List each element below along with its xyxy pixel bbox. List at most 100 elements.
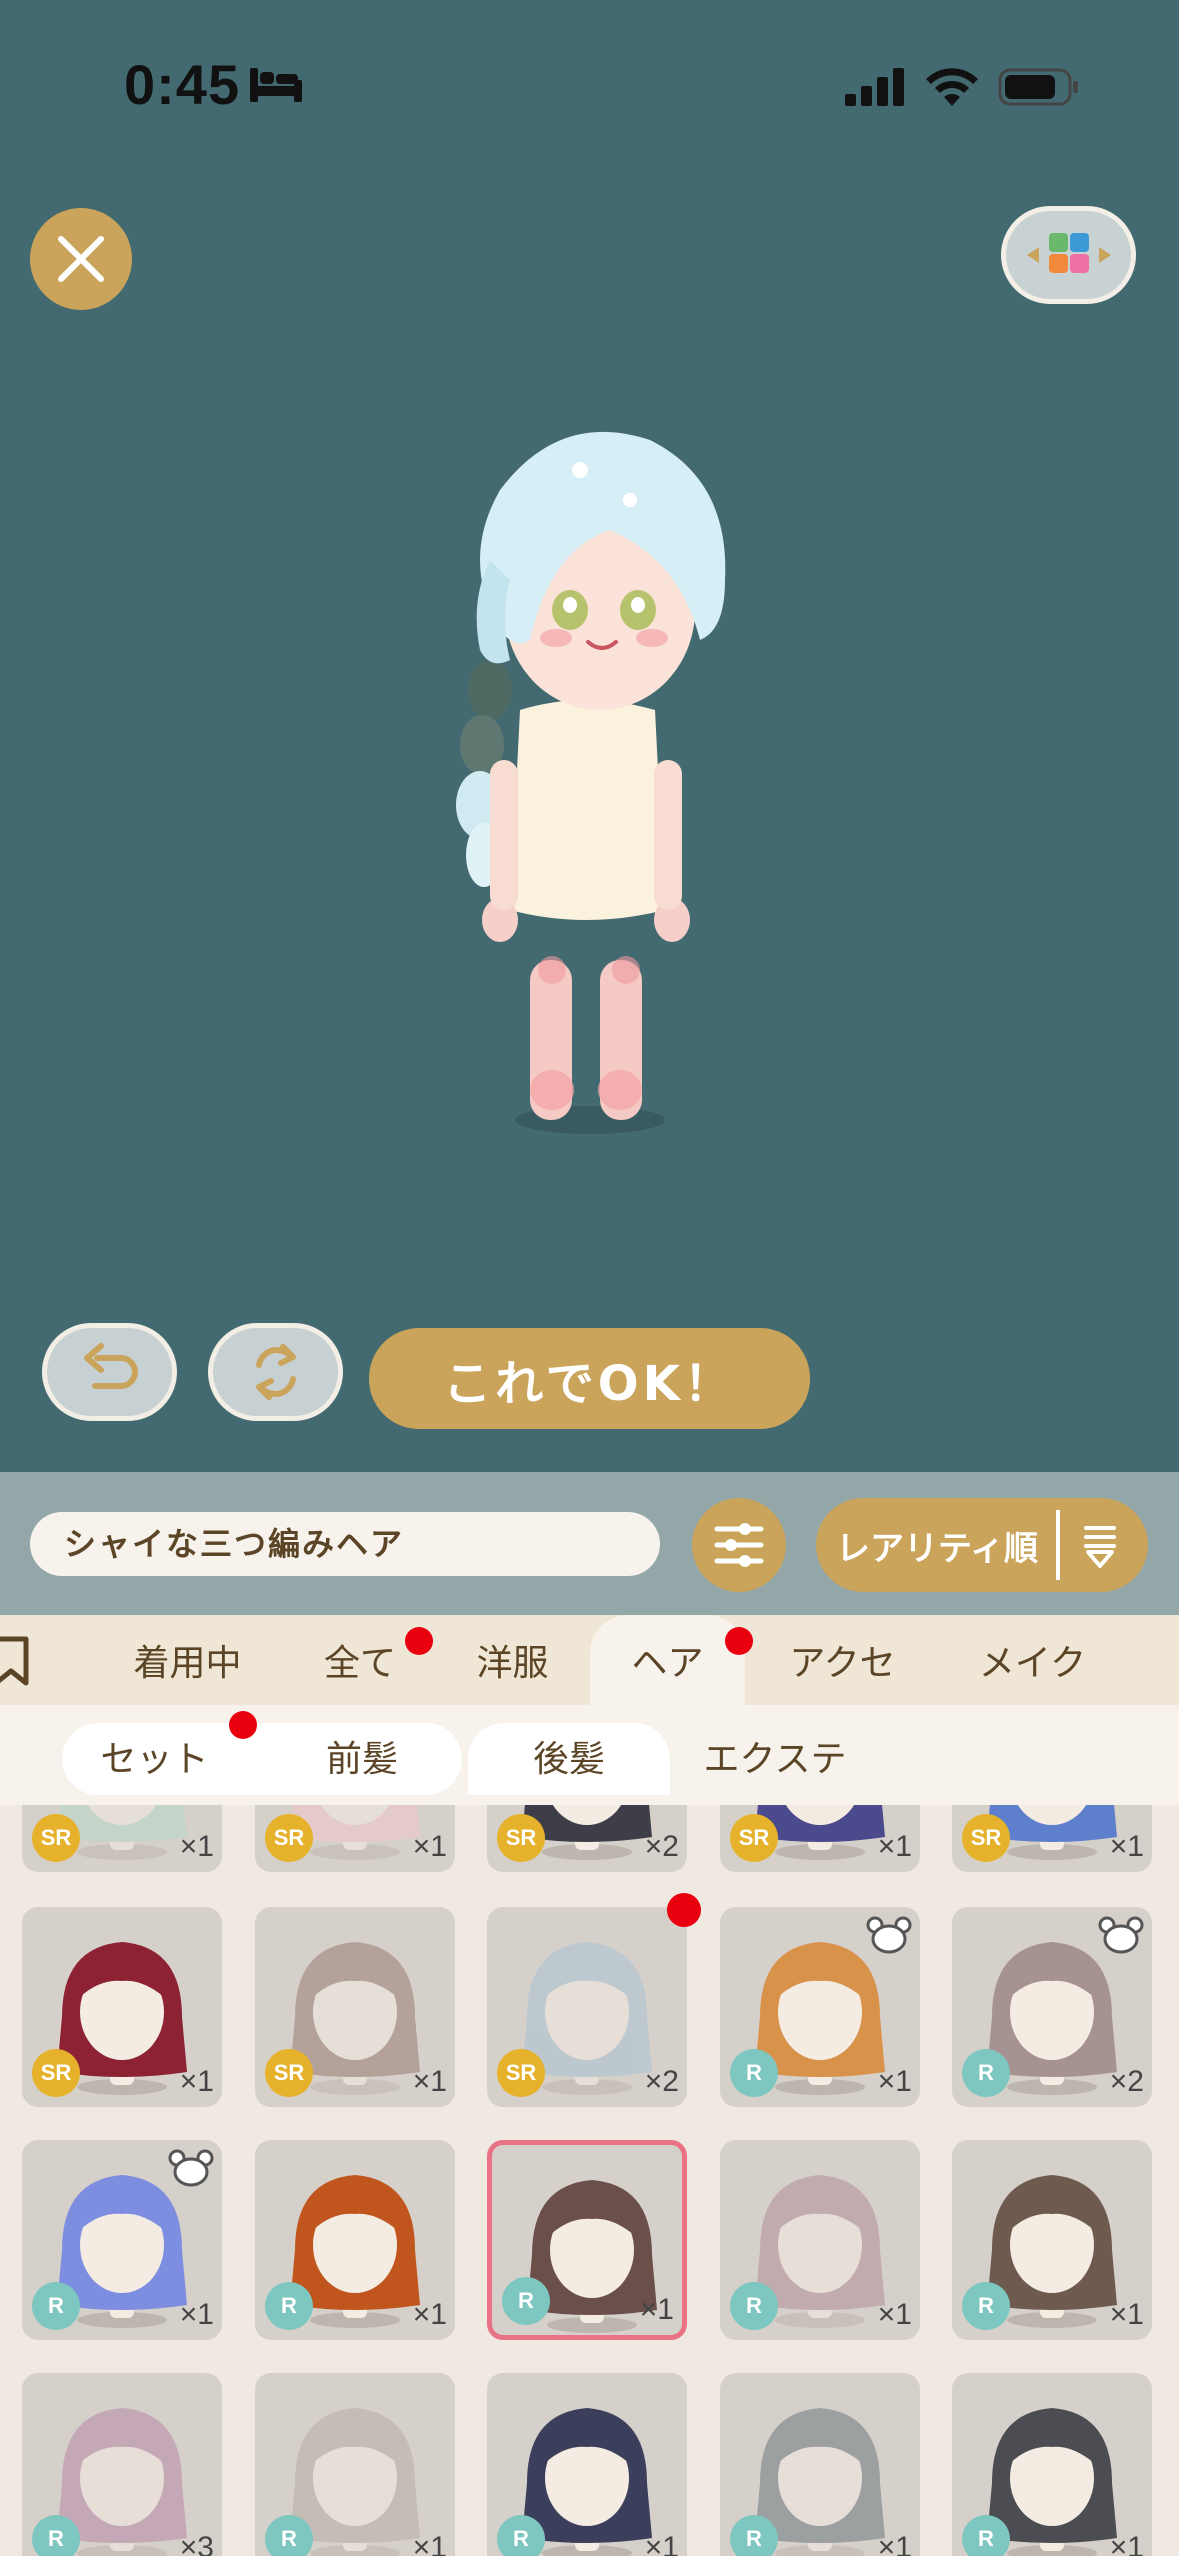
item-quantity: ×1 bbox=[412, 2531, 447, 2556]
hair-item-card[interactable]: SR ×1 bbox=[22, 1805, 222, 1872]
confirm-ok-button[interactable]: これでOK！ bbox=[369, 1328, 810, 1429]
subtab-2[interactable]: 後髪 bbox=[468, 1723, 670, 1795]
tab-notification-dot bbox=[405, 1627, 433, 1655]
bear-icon bbox=[866, 1916, 912, 1954]
close-icon bbox=[58, 236, 104, 282]
reset-button[interactable] bbox=[208, 1323, 343, 1421]
color-palette-button[interactable] bbox=[1001, 206, 1136, 304]
avatar-preview[interactable] bbox=[380, 400, 760, 1160]
item-quantity: ×1 bbox=[179, 1830, 214, 1863]
item-quantity: ×1 bbox=[1109, 2298, 1144, 2331]
hair-item-card[interactable]: R ×1 bbox=[255, 2140, 455, 2340]
rarity-badge: R bbox=[265, 2282, 313, 2330]
hair-item-card[interactable]: R ×3 bbox=[22, 2373, 222, 2556]
subtab-notification-dot bbox=[229, 1711, 257, 1739]
wifi-icon bbox=[926, 68, 978, 106]
rarity-badge: R bbox=[962, 2282, 1010, 2330]
hair-item-card[interactable]: R ×1 bbox=[952, 2373, 1152, 2556]
rarity-badge: SR bbox=[730, 1814, 778, 1862]
hair-item-card[interactable]: R ×1 bbox=[487, 2373, 687, 2556]
item-quantity: ×2 bbox=[644, 1830, 679, 1863]
filter-button[interactable] bbox=[692, 1498, 786, 1592]
search-bar-area: シャイな三つ編みヘア レアリティ順 bbox=[0, 1472, 1179, 1615]
item-quantity: ×1 bbox=[412, 2065, 447, 2098]
color-palette-icon bbox=[1026, 233, 1111, 273]
rarity-badge: R bbox=[502, 2277, 550, 2325]
hair-item-card[interactable]: SR ×1 bbox=[720, 1805, 920, 1872]
hair-item-card[interactable]: SR ×2 bbox=[487, 1805, 687, 1872]
rarity-badge: R bbox=[730, 2049, 778, 2097]
sort-order-button[interactable]: レアリティ順 bbox=[816, 1498, 1148, 1592]
hair-item-card[interactable]: R ×1 bbox=[720, 1907, 920, 2107]
sort-divider bbox=[1056, 1510, 1060, 1580]
item-notification-dot bbox=[667, 1893, 701, 1927]
item-quantity: ×1 bbox=[1109, 1830, 1144, 1863]
item-quantity: ×1 bbox=[179, 2298, 214, 2331]
rarity-badge: R bbox=[32, 2515, 80, 2556]
hair-item-card[interactable]: R ×1 bbox=[255, 2373, 455, 2556]
hair-item-card[interactable]: SR ×1 bbox=[952, 1805, 1152, 1872]
item-quantity: ×1 bbox=[877, 2531, 912, 2556]
rarity-badge: R bbox=[265, 2515, 313, 2556]
tab-3[interactable]: ヘア bbox=[590, 1615, 745, 1705]
subtab-0[interactable]: セット bbox=[62, 1723, 247, 1795]
rarity-badge: SR bbox=[32, 1814, 80, 1862]
hair-item-card[interactable]: SR ×1 bbox=[22, 1907, 222, 2107]
item-search-field[interactable]: シャイな三つ編みヘア bbox=[30, 1512, 660, 1576]
hair-subtabs: セット 前髪 後髪 エクステ bbox=[0, 1705, 1179, 1805]
item-quantity: ×1 bbox=[1109, 2531, 1144, 2556]
item-quantity: ×1 bbox=[179, 2065, 214, 2098]
undo-icon bbox=[83, 1343, 138, 1389]
hair-item-card[interactable]: SR ×1 bbox=[255, 1907, 455, 2107]
tab-notification-dot bbox=[725, 1627, 753, 1655]
hair-item-card[interactable]: R ×1 bbox=[22, 2140, 222, 2340]
status-time: 0:45 bbox=[124, 53, 241, 116]
cellular-signal-icon bbox=[845, 68, 904, 106]
item-quantity: ×2 bbox=[644, 2065, 679, 2098]
bookmark-icon[interactable] bbox=[0, 1635, 36, 1687]
sort-icon bbox=[1084, 1526, 1116, 1568]
item-quantity: ×1 bbox=[412, 2298, 447, 2331]
item-grid: SR ×1 SR ×1 SR ×2 SR ×1 SR ×1 SR ×1 SR ×1 SR ×2 R ×1 R ×2 R ×… bbox=[0, 1805, 1179, 2556]
rarity-badge: SR bbox=[962, 1814, 1010, 1862]
hair-item-card[interactable]: SR ×1 bbox=[255, 1805, 455, 1872]
refresh-icon bbox=[255, 1344, 296, 1400]
subtab-3[interactable]: エクステ bbox=[680, 1723, 870, 1795]
tab-1[interactable]: 全て bbox=[295, 1615, 425, 1705]
hair-item-card[interactable]: R ×1 bbox=[720, 2140, 920, 2340]
rarity-badge: SR bbox=[265, 1814, 313, 1862]
hair-item-card[interactable]: R ×1 bbox=[720, 2373, 920, 2556]
hair-item-card[interactable]: R ×1 bbox=[952, 2140, 1152, 2340]
undo-button[interactable] bbox=[42, 1323, 177, 1421]
tab-5[interactable]: メイク bbox=[945, 1615, 1120, 1705]
item-quantity: ×1 bbox=[877, 2298, 912, 2331]
close-button[interactable] bbox=[30, 208, 132, 310]
item-quantity: ×1 bbox=[412, 1830, 447, 1863]
sleep-focus-icon bbox=[250, 68, 302, 102]
rarity-badge: R bbox=[497, 2515, 545, 2556]
category-tabs: 着用中 全て 洋服 ヘア アクセ メイク bbox=[0, 1615, 1179, 1705]
battery-icon bbox=[998, 68, 1078, 106]
rarity-badge: R bbox=[962, 2049, 1010, 2097]
tab-0[interactable]: 着用中 bbox=[100, 1615, 275, 1705]
hair-item-card[interactable]: R ×2 bbox=[952, 1907, 1152, 2107]
tab-2[interactable]: 洋服 bbox=[445, 1615, 580, 1705]
subtab-1[interactable]: 前髪 bbox=[262, 1723, 462, 1795]
sliders-icon bbox=[714, 1523, 764, 1567]
rarity-badge: SR bbox=[265, 2049, 313, 2097]
rarity-badge: SR bbox=[32, 2049, 80, 2097]
sort-order-label: レアリティ順 bbox=[836, 1528, 1038, 1569]
item-quantity: ×1 bbox=[644, 2531, 679, 2556]
rarity-badge: SR bbox=[497, 2049, 545, 2097]
tab-4[interactable]: アクセ bbox=[760, 1615, 925, 1705]
rarity-badge: R bbox=[730, 2515, 778, 2556]
hair-item-card[interactable]: SR ×2 bbox=[487, 1907, 687, 2107]
item-quantity: ×1 bbox=[639, 2293, 674, 2326]
rarity-badge: R bbox=[730, 2282, 778, 2330]
rarity-badge: R bbox=[962, 2515, 1010, 2556]
rarity-badge: SR bbox=[497, 1814, 545, 1862]
rarity-badge: R bbox=[32, 2282, 80, 2330]
item-quantity: ×3 bbox=[179, 2531, 214, 2556]
hair-item-card[interactable]: R ×1 bbox=[487, 2140, 687, 2340]
bear-icon bbox=[168, 2149, 214, 2187]
